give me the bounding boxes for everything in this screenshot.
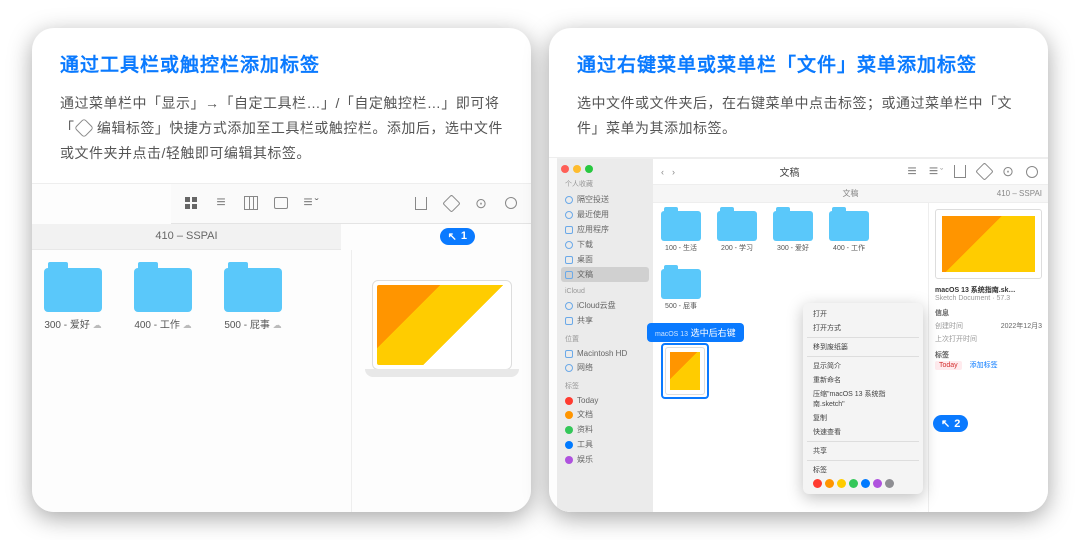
add-tag-button[interactable]: 添加标签 [970,362,998,369]
folder-item[interactable]: 500 - 屁事 [661,269,701,311]
tooltip-select: macOS 13 选中后右键 [647,323,744,342]
search-icon[interactable] [503,195,519,211]
tag-icon [74,118,94,138]
sidebar-tag[interactable]: 文档 [561,407,649,422]
folder-item[interactable]: 300 - 爱好 [773,211,813,253]
path-bar: 410 – SSPAI [32,224,341,250]
list-view-icon[interactable] [904,164,920,180]
folder-icon [44,268,102,312]
tag-badge[interactable]: Today [935,361,962,370]
column-view-icon[interactable] [243,195,259,211]
sidebar-item[interactable]: 下载 [561,237,649,252]
folder-item[interactable]: 500 - 屁事 ☁ [224,268,282,331]
callout-1: ↖1 [440,228,475,245]
sidebar: 个人收藏 隔空投送 最近使用 应用程序 下载 桌面 文稿 iCloud iClo… [557,159,653,512]
sidebar-tag[interactable]: 资料 [561,422,649,437]
sidebar-item[interactable]: 隔空投送 [561,192,649,207]
tag-icon[interactable] [976,164,992,180]
tag-icon[interactable] [443,195,459,211]
sidebar-item[interactable]: 应用程序 [561,222,649,237]
gallery-view-icon[interactable] [273,195,289,211]
more-icon[interactable] [473,195,489,211]
window-title: 文稿 [683,164,896,179]
traffic-lights[interactable] [561,165,643,173]
folder-item[interactable]: 400 - 工作 ☁ [134,268,192,331]
tag-colors[interactable] [807,477,919,490]
context-menu[interactable]: 打开 打开方式 移到废纸篓 显示简介 重新命名 压缩"macOS 13 系统指南… [803,303,923,494]
sidebar-item[interactable]: 桌面 [561,252,649,267]
sidebar-tag[interactable]: 工具 [561,437,649,452]
forward-icon[interactable]: › [672,167,675,177]
toolbar [171,184,531,224]
toolbar: ‹ › 文稿 [653,159,1048,185]
folder-item[interactable]: 300 - 爱好 ☁ [44,268,102,331]
search-icon[interactable] [1024,164,1040,180]
card1-title: 通过工具栏或触控栏添加标签 [60,50,503,77]
file-selected[interactable] [661,343,709,399]
group-icon[interactable] [928,164,944,180]
folder-icon [134,268,192,312]
list-view-icon[interactable] [213,195,229,211]
sidebar-item[interactable]: 网络 [561,360,649,375]
sidebar-tag[interactable]: 娱乐 [561,452,649,467]
card2-desc: 选中文件或文件夹后，在右键菜单中点击标签；或通过菜单栏中「文件」菜单为其添加标签… [577,91,1020,141]
info-pane: macOS 13 系统指南.sk… Sketch Document · 57.3… [928,203,1048,512]
share-icon[interactable] [413,195,429,211]
more-icon[interactable] [1000,164,1016,180]
path-bar: 文稿410 – SSPAI [653,185,1048,203]
sidebar-item[interactable]: 共享 [561,313,649,328]
sidebar-item-documents[interactable]: 文稿 [561,267,649,282]
sidebar-item[interactable]: 最近使用 [561,207,649,222]
callout-2: ↖2 [933,415,968,432]
screenshot1: ↖1 410 – SSPAI 300 - 爱好 ☁ 400 - 工作 ☁ 500… [32,183,531,512]
folder-item[interactable]: 400 - 工作 [829,211,869,253]
sidebar-tag[interactable]: Today [561,394,649,407]
share-icon[interactable] [952,164,968,180]
sidebar-item[interactable]: iCloud云盘 [561,298,649,313]
card2-title: 通过右键菜单或菜单栏「文件」菜单添加标签 [577,50,1020,77]
back-icon[interactable]: ‹ [661,167,664,177]
preview-pane [351,250,531,512]
group-icon[interactable] [303,195,319,211]
folder-item[interactable]: 100 - 生活 [661,211,701,253]
card1-desc: 通过菜单栏中「显示」→「自定工具栏…」/「自定触控栏…」即可将「 编辑标签」快捷… [60,91,503,167]
folder-item[interactable]: 200 - 学习 [717,211,757,253]
folder-icon [224,268,282,312]
sidebar-item[interactable]: Macintosh HD [561,347,649,360]
grid-view-icon[interactable] [183,195,199,211]
preview-thumb [935,209,1042,279]
screenshot2: 个人收藏 隔空投送 最近使用 应用程序 下载 桌面 文稿 iCloud iClo… [549,157,1048,512]
